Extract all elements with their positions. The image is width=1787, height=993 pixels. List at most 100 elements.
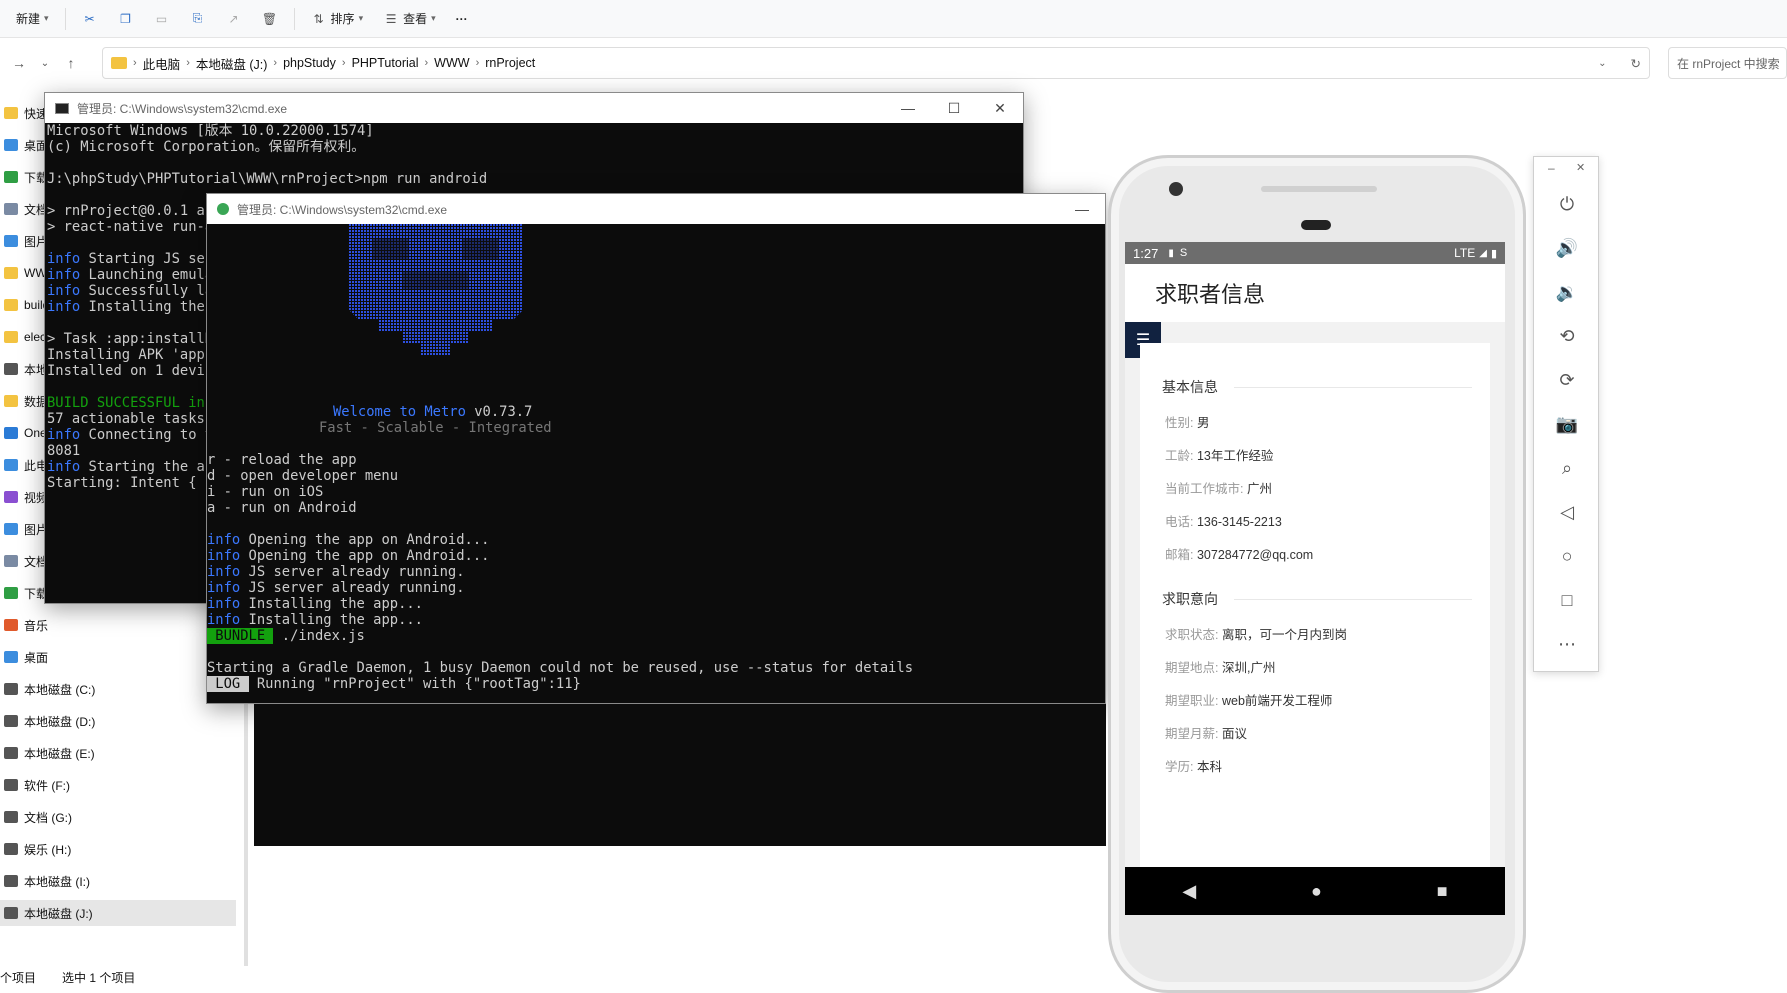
- info-row: 求职状态: 离职，可一个月内到岗: [1165, 624, 1347, 643]
- metro-tagline: Fast - Scalable - Integrated: [319, 420, 552, 436]
- rotate-right-icon[interactable]: ⟳: [1552, 365, 1582, 395]
- field-label: 期望地点:: [1165, 661, 1219, 675]
- bundle-path: ./index.js: [273, 628, 365, 644]
- history-chevron-icon[interactable]: ⌄: [32, 50, 58, 76]
- drive-folder-icon: [4, 139, 18, 151]
- window-title: 管理员: C:\Windows\system32\cmd.exe: [77, 101, 288, 116]
- info-text: Installing the app...: [248, 612, 423, 628]
- address-bar[interactable]: › 此电脑 › 本地磁盘 (J:) › phpStudy › PHPTutori…: [102, 47, 1650, 79]
- sidebar-item-label: 娱乐 (H:): [24, 842, 72, 857]
- minimize-icon[interactable]: —: [1059, 201, 1105, 217]
- share-button[interactable]: ↗: [218, 5, 250, 33]
- volume-down-icon[interactable]: 🔉: [1552, 277, 1582, 307]
- console-text: info Starting the app: [47, 459, 222, 475]
- metro-welcome: Welcome to Metro v0.73.7: [333, 404, 532, 420]
- console-output[interactable]: Welcome to Metro v0.73.7 Fast - Scalable…: [207, 224, 1105, 704]
- recents-square-icon[interactable]: ■: [1437, 881, 1448, 902]
- more-icon[interactable]: ⋯: [1552, 629, 1582, 659]
- sidebar-item[interactable]: 娱乐 (H:): [0, 836, 236, 862]
- cmd-window-metro[interactable]: 管理员: C:\Windows\system32\cmd.exe — Welco…: [206, 193, 1106, 704]
- rename-icon: ⎘: [192, 11, 203, 25]
- breadcrumb-separator: ›: [424, 57, 429, 69]
- breadcrumb-separator: ›: [341, 57, 346, 69]
- more-button[interactable]: ···: [448, 5, 476, 33]
- sidebar-item[interactable]: 本地磁盘 (I:): [0, 868, 236, 894]
- close-icon[interactable]: ✕: [977, 100, 1023, 117]
- rotate-left-icon[interactable]: ⟲: [1552, 321, 1582, 351]
- search-input[interactable]: 在 rnProject 中搜索: [1668, 47, 1787, 79]
- cut-button[interactable]: ✂: [74, 5, 106, 33]
- up-arrow-icon[interactable]: ↑: [58, 50, 84, 76]
- info-prefix: info: [207, 564, 249, 580]
- minimize-icon[interactable]: –: [1548, 161, 1555, 175]
- delete-button[interactable]: 🗑: [254, 5, 286, 33]
- sidebar-item[interactable]: 本地磁盘 (E:): [0, 740, 236, 766]
- search-placeholder: 在 rnProject 中搜索: [1677, 56, 1780, 71]
- camera-icon[interactable]: 📷: [1552, 409, 1582, 439]
- window-titlebar[interactable]: 管理员: C:\Windows\system32\cmd.exe — ☐ ✕: [45, 93, 1023, 123]
- sidebar-item[interactable]: 文档 (G:): [0, 804, 236, 830]
- info-row: 期望月薪: 面议: [1165, 723, 1247, 742]
- selection-count: 选中 1 个项目: [62, 970, 136, 985]
- home-icon[interactable]: ○: [1552, 541, 1582, 571]
- navigation-row: → ⌄ ↑ › 此电脑 › 本地磁盘 (J:) › phpStudy › PHP…: [0, 44, 1787, 82]
- breadcrumb-item[interactable]: PHPTutorial: [352, 56, 419, 70]
- console-text: J:\phpStudy\PHPTutorial\WWW\rnProject>np…: [47, 171, 488, 187]
- minimize-icon[interactable]: —: [885, 100, 931, 117]
- chevron-down-icon[interactable]: ⌄: [1598, 58, 1606, 69]
- paste-button[interactable]: ▭: [146, 5, 178, 33]
- window-titlebar[interactable]: 管理员: C:\Windows\system32\cmd.exe —: [207, 194, 1105, 224]
- console-line: Microsoft Windows [版本 10.0.22000.1574]: [47, 123, 1023, 139]
- breadcrumb-item[interactable]: rnProject: [485, 56, 535, 70]
- sidebar-item[interactable]: 音乐: [0, 612, 236, 638]
- info-row: 邮箱: 307284772@qq.com: [1165, 544, 1313, 563]
- breadcrumb-separator: ›: [273, 57, 278, 69]
- copy-icon: ❐: [120, 11, 131, 26]
- view-button[interactable]: ☰ 查看 ▾: [375, 5, 444, 33]
- drive-folder-icon: [4, 875, 18, 887]
- zoom-icon[interactable]: ⌕: [1552, 453, 1582, 483]
- field-label: 求职状态:: [1165, 628, 1219, 642]
- paste-icon: ▭: [155, 11, 168, 26]
- metro-version: v0.73.7: [474, 404, 533, 420]
- breadcrumb-item[interactable]: phpStudy: [283, 56, 336, 70]
- sidebar-item[interactable]: 软件 (F:): [0, 772, 236, 798]
- new-button[interactable]: 新建 ▾: [8, 5, 57, 33]
- drive-folder-icon: [4, 427, 18, 439]
- close-icon[interactable]: ✕: [1576, 161, 1585, 174]
- rename-button[interactable]: ⎘: [182, 5, 214, 33]
- back-icon[interactable]: ◁: [1552, 497, 1582, 527]
- field-value: 本科: [1196, 760, 1222, 774]
- sidebar-item[interactable]: 桌面: [0, 644, 236, 670]
- forward-arrow-icon[interactable]: →: [6, 50, 32, 76]
- back-triangle-icon[interactable]: ◀: [1182, 881, 1196, 902]
- log-line: LOG Running "rnProject" with {"rootTag":…: [207, 676, 581, 692]
- divider: [293, 7, 295, 30]
- refresh-icon[interactable]: ↻: [1631, 56, 1641, 71]
- sidebar-item[interactable]: 本地磁盘 (J:): [0, 900, 236, 926]
- breadcrumb-item[interactable]: WWW: [434, 56, 469, 70]
- info-prefix: info: [207, 580, 249, 596]
- maximize-icon[interactable]: ☐: [931, 100, 977, 117]
- drive-folder-icon: [4, 235, 18, 247]
- view-icon: ☰: [385, 11, 397, 26]
- breadcrumb-item[interactable]: 此电脑: [143, 54, 181, 73]
- scissors-icon: ✂: [84, 11, 95, 26]
- emulator-screen[interactable]: 1:27 ▮ S LTE ◢ ▮ 求职者信息 ☰ 基本信息 性别: 男工龄: 1…: [1125, 242, 1505, 915]
- sort-button[interactable]: ⇅ 排序 ▾: [303, 5, 372, 33]
- sidebar-item[interactable]: 本地磁盘 (C:): [0, 676, 236, 702]
- home-circle-icon[interactable]: ●: [1311, 881, 1322, 902]
- copy-button[interactable]: ❐: [110, 5, 142, 33]
- sidebar-item-label: 本地磁盘 (E:): [24, 746, 95, 761]
- sidebar-item-label: 本地磁盘 (I:): [24, 874, 90, 889]
- info-prefix: info: [47, 283, 81, 299]
- overview-icon[interactable]: □: [1552, 585, 1582, 615]
- window-title: 管理员: C:\Windows\system32\cmd.exe: [237, 202, 448, 217]
- android-status-bar: 1:27 ▮ S LTE ◢ ▮: [1125, 242, 1505, 264]
- gradle-line: Starting a Gradle Daemon, 1 busy Daemon …: [207, 660, 914, 676]
- breadcrumb-item[interactable]: 本地磁盘 (J:): [196, 54, 268, 73]
- power-icon[interactable]: ⏻: [1552, 189, 1582, 219]
- volume-up-icon[interactable]: 🔊: [1552, 233, 1582, 263]
- sidebar-item[interactable]: 本地磁盘 (D:): [0, 708, 236, 734]
- profile-card: 基本信息 性别: 男工龄: 13年工作经验 当前工作城市: 广州 电话: 136-3…: [1140, 343, 1490, 873]
